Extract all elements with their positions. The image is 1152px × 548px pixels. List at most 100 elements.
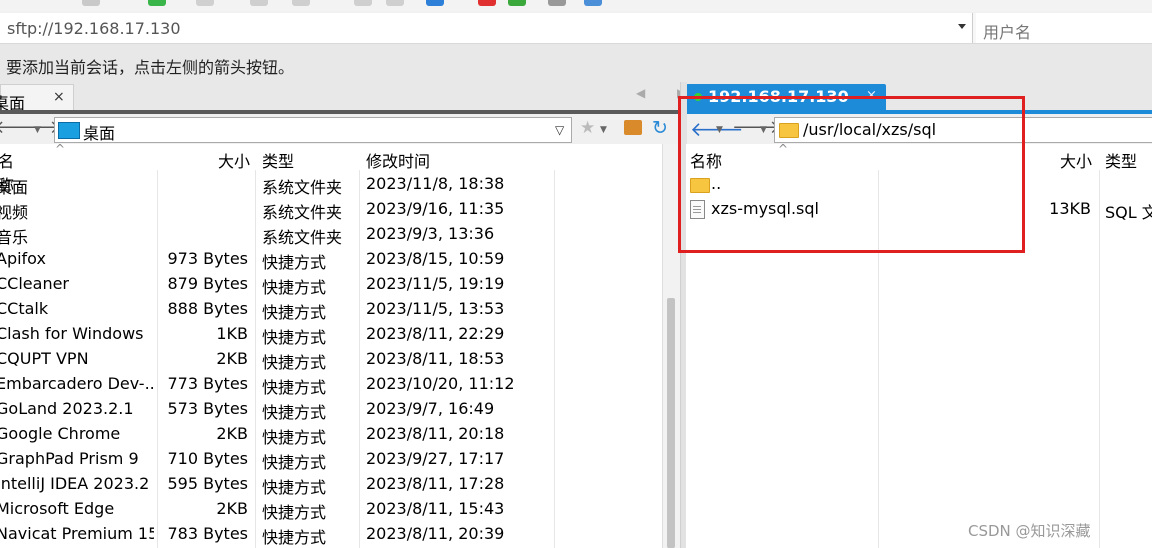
column-header-type[interactable]: 类型: [262, 148, 294, 172]
table-row[interactable]: 视频 系统文件夹 2023/9/16, 11:35: [0, 197, 662, 222]
scrollbar-thumb[interactable]: [667, 298, 675, 548]
cell-size: 13KB: [1049, 199, 1091, 218]
local-list-header: 名称 ^ 大小 类型 修改时间: [0, 144, 662, 195]
cell-size: 783 Bytes: [167, 524, 248, 543]
cell-type: 系统文件夹: [262, 203, 343, 222]
cell-name: 桌面: [0, 178, 29, 197]
cell-name: 音乐: [0, 228, 29, 247]
column-header-modified[interactable]: 修改时间: [366, 148, 430, 172]
column-header-size[interactable]: 大小: [1060, 148, 1092, 172]
cell-modified: 2023/9/3, 13:36: [366, 224, 495, 243]
table-row[interactable]: 音乐 系统文件夹 2023/9/3, 13:36: [0, 222, 662, 247]
cell-modified: 2023/11/5, 13:53: [366, 299, 505, 318]
toolbar-globe-icon[interactable]: [426, 0, 444, 6]
cell-type: 快捷方式: [262, 378, 327, 397]
address-input[interactable]: sftp://192.168.17.130: [0, 13, 973, 43]
cell-name: IntelliJ IDEA 2023.2: [0, 474, 150, 493]
cell-name: CCleaner: [0, 274, 69, 293]
cell-name: Apifox: [0, 249, 46, 268]
close-icon[interactable]: ×: [53, 89, 65, 105]
toolbar-button-icon[interactable]: [196, 0, 214, 6]
toolbar-button-icon[interactable]: [292, 0, 310, 6]
session-hint-text: 要添加当前会话，点击左侧的箭头按钮。: [6, 58, 295, 77]
cell-modified: 2023/8/11, 17:28: [366, 474, 505, 493]
cell-modified: 2023/9/16, 11:35: [366, 199, 505, 218]
cell-type: 快捷方式: [262, 428, 327, 447]
address-dropdown-icon[interactable]: [958, 24, 966, 29]
table-row[interactable]: CQUPT VPN 2KB 快捷方式 2023/8/11, 18:53: [0, 347, 662, 372]
table-row[interactable]: CCtalk 888 Bytes 快捷方式 2023/11/5, 13:53: [0, 297, 662, 322]
desktop-icon: [58, 122, 80, 139]
toolbar-stop-icon[interactable]: [478, 0, 496, 6]
cell-type: SQL 文: [1105, 203, 1152, 222]
table-row[interactable]: Embarcadero Dev-... 773 Bytes 快捷方式 2023/10/…: [0, 372, 662, 397]
column-header-type[interactable]: 类型: [1105, 148, 1137, 172]
cell-modified: 2023/8/11, 18:53: [366, 349, 505, 368]
column-header-size[interactable]: 大小: [218, 148, 250, 172]
cell-type: 快捷方式: [262, 528, 327, 547]
cell-type: 快捷方式: [262, 478, 327, 497]
tab-local-desktop[interactable]: 桌面 ×: [0, 84, 74, 113]
address-bar: sftp://192.168.17.130 用户名: [0, 13, 1152, 44]
cell-modified: 2023/10/20, 11:12: [366, 374, 515, 393]
cell-type: 系统文件夹: [262, 228, 343, 247]
table-row[interactable]: Apifox 973 Bytes 快捷方式 2023/8/15, 10:59: [0, 247, 662, 272]
table-row[interactable]: 桌面 系统文件夹 2023/11/8, 18:38: [0, 172, 662, 197]
table-row[interactable]: Navicat Premium 15 783 Bytes 快捷方式 2023/8/11…: [0, 522, 662, 547]
local-path-input[interactable]: 桌面 ▽: [54, 117, 572, 143]
bookmark-dropdown-icon[interactable]: ▼: [600, 125, 607, 135]
cell-name: Clash for Windows: [0, 324, 144, 343]
cell-size: 1KB: [216, 324, 248, 343]
table-row[interactable]: CCleaner 879 Bytes 快捷方式 2023/11/5, 19:19: [0, 272, 662, 297]
cell-name: GoLand 2023.2.1: [0, 399, 134, 418]
cell-name: Google Chrome: [0, 424, 121, 443]
cell-size: 595 Bytes: [167, 474, 248, 493]
home-icon[interactable]: [624, 120, 642, 135]
highlight-annotation-box: [678, 96, 1025, 253]
cell-name: Navicat Premium 15: [0, 524, 154, 543]
local-file-list[interactable]: 名称 ^ 大小 类型 修改时间 桌面 系统文件夹 2023/11/8, 18:38 视…: [0, 144, 662, 548]
toolbar-button-icon[interactable]: [386, 0, 404, 6]
session-hint-bar: 要添加当前会话，点击左侧的箭头按钮。: [0, 44, 1152, 82]
table-row[interactable]: IntelliJ IDEA 2023.2 595 Bytes 快捷方式 2023/8/…: [0, 472, 662, 497]
toolbar-button-icon[interactable]: [354, 0, 372, 6]
toolbar-button-icon[interactable]: [82, 0, 100, 6]
cell-modified: 2023/8/11, 22:29: [366, 324, 505, 343]
cell-modified: 2023/9/27, 17:17: [366, 449, 505, 468]
cell-type: 快捷方式: [262, 278, 327, 297]
cell-type: 快捷方式: [262, 503, 327, 522]
table-row[interactable]: GoLand 2023.2.1 573 Bytes 快捷方式 2023/9/7, 16…: [0, 397, 662, 422]
cell-size: 2KB: [216, 349, 248, 368]
cell-name: CCtalk: [0, 299, 49, 318]
cell-modified: 2023/9/7, 16:49: [366, 399, 495, 418]
toolbar-transfer-icon[interactable]: [508, 0, 526, 6]
cell-type: 快捷方式: [262, 253, 327, 272]
cell-size: 879 Bytes: [167, 274, 248, 293]
address-value: sftp://192.168.17.130: [7, 19, 181, 38]
cell-type: 快捷方式: [262, 453, 327, 472]
cell-modified: 2023/8/11, 15:43: [366, 499, 505, 518]
toolbar-add-icon[interactable]: [148, 0, 166, 6]
chevron-down-icon[interactable]: ▽: [555, 123, 564, 137]
toolbar-button-icon[interactable]: [250, 0, 268, 6]
cell-name: Microsoft Edge: [0, 499, 115, 518]
table-row[interactable]: GraphPad Prism 9 710 Bytes 快捷方式 2023/9/27, …: [0, 447, 662, 472]
table-row[interactable]: Clash for Windows 1KB 快捷方式 2023/8/11, 22:29: [0, 322, 662, 347]
username-input[interactable]: 用户名: [976, 13, 1152, 43]
sort-ascending-icon: ^: [55, 144, 66, 156]
cell-type: 快捷方式: [262, 353, 327, 372]
refresh-icon[interactable]: ↻: [652, 117, 668, 139]
toolbar-help-icon[interactable]: [584, 0, 602, 6]
cell-size: 973 Bytes: [167, 249, 248, 268]
cell-size: 2KB: [216, 499, 248, 518]
table-row[interactable]: Microsoft Edge 2KB 快捷方式 2023/8/11, 15:43: [0, 497, 662, 522]
table-row[interactable]: Google Chrome 2KB 快捷方式 2023/8/11, 20:18: [0, 422, 662, 447]
cell-size: 2KB: [216, 424, 248, 443]
toolbar: [0, 0, 1152, 12]
bookmark-star-icon[interactable]: ★: [580, 118, 595, 138]
toolbar-gear-icon[interactable]: [548, 0, 566, 6]
cell-size: 773 Bytes: [167, 374, 248, 393]
cell-modified: 2023/8/11, 20:39: [366, 524, 505, 543]
username-placeholder: 用户名: [983, 23, 1032, 42]
history-dropdown-icon[interactable]: ▼: [34, 125, 41, 135]
